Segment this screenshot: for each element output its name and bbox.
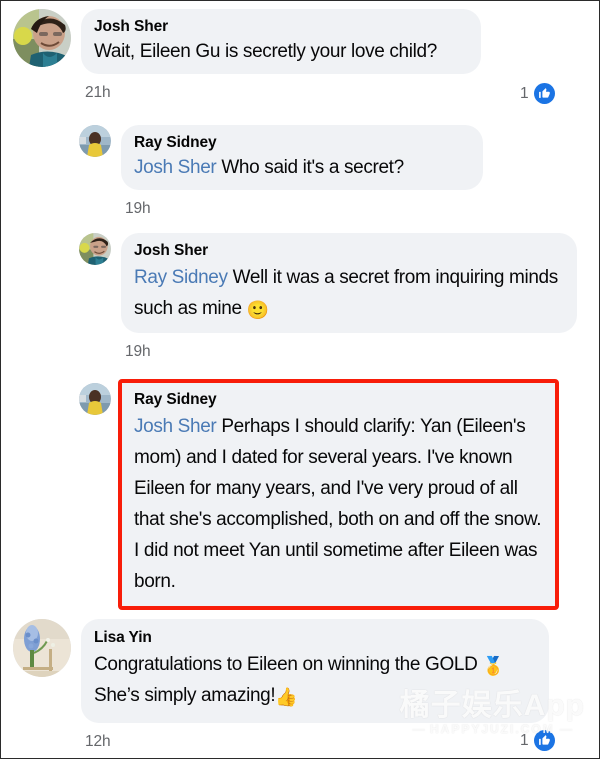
comment-timestamp[interactable]: 19h — [125, 342, 577, 362]
avatar-image — [13, 9, 71, 67]
avatar-lisa-yin[interactable] — [13, 619, 71, 677]
comment-text: Wait, Eileen Gu is secretly your love ch… — [94, 41, 437, 62]
comment-item[interactable]: Lisa Yin Congratulations to Eileen on wi… — [13, 619, 549, 752]
comment-body-line-1: Congratulations to Eileen on winning the… — [94, 654, 483, 675]
comment-bubble[interactable]: Lisa Yin Congratulations to Eileen on wi… — [81, 619, 549, 723]
comment-mention[interactable]: Josh Sher — [134, 416, 217, 437]
reaction-count: 1 — [520, 731, 529, 749]
comment-bubble[interactable]: Ray Sidney Josh Sher Who said it's a sec… — [121, 125, 483, 190]
comment-text: Congratulations to Eileen on winning the… — [94, 649, 536, 711]
comment-timestamp[interactable]: 21h — [85, 83, 481, 103]
avatar-ray-sidney[interactable] — [79, 125, 111, 157]
comment-text: Josh Sher Perhaps I should clarify: Yan … — [134, 411, 543, 597]
facebook-comment-thread-screenshot: Josh Sher Wait, Eileen Gu is secretly yo… — [0, 0, 600, 759]
comment-author: Josh Sher — [134, 242, 209, 259]
avatar-ray-sidney[interactable] — [79, 383, 111, 415]
comment-author: Lisa Yin — [94, 629, 152, 646]
comment-timestamp[interactable]: 19h — [125, 199, 483, 219]
gold-medal-emoji: 🥇 — [482, 656, 505, 676]
avatar-image — [79, 383, 111, 415]
comment-item-highlighted[interactable]: Ray Sidney Josh Sher Perhaps I should cl… — [79, 379, 559, 639]
reaction-count: 1 — [520, 84, 529, 102]
avatar-image — [79, 233, 111, 265]
comment-timestamp[interactable]: 12h — [85, 732, 549, 752]
slightly-smiling-face-emoji: 🙂 — [246, 300, 269, 320]
comment-bubble[interactable]: Josh Sher Wait, Eileen Gu is secretly yo… — [81, 9, 481, 74]
comment-body-line-2: She’s simply amazing! — [94, 685, 276, 706]
comment-item[interactable]: Josh Sher Ray Sidney Well it was a secre… — [79, 233, 577, 362]
thumbs-up-icon[interactable] — [533, 730, 555, 751]
comment-bubble-highlighted[interactable]: Ray Sidney Josh Sher Perhaps I should cl… — [118, 379, 559, 610]
comment-text: Ray Sidney Well it was a secret from inq… — [134, 262, 564, 324]
comment-body: Who said it's a secret? — [221, 157, 404, 178]
thumbs-up-icon[interactable] — [533, 83, 555, 104]
watermark-dash-right: — — [560, 722, 573, 736]
comment-mention[interactable]: Josh Sher — [134, 157, 217, 178]
avatar-josh-sher[interactable] — [79, 233, 111, 265]
comment-text: Josh Sher Who said it's a secret? — [134, 154, 470, 181]
avatar-image — [13, 619, 71, 677]
comment-author: Ray Sidney — [134, 391, 217, 408]
comment-author: Josh Sher — [94, 18, 169, 35]
avatar-image — [79, 125, 111, 157]
comment-item[interactable]: Josh Sher Wait, Eileen Gu is secretly yo… — [13, 9, 481, 103]
comment-item[interactable]: Ray Sidney Josh Sher Who said it's a sec… — [79, 125, 483, 219]
comment-mention[interactable]: Ray Sidney — [134, 267, 228, 288]
comment-body: Perhaps I should clarify: Yan (Eileen's … — [134, 416, 542, 592]
avatar-josh-sher[interactable] — [13, 9, 71, 67]
reaction-badge[interactable]: 1 — [520, 83, 555, 104]
comment-bubble[interactable]: Josh Sher Ray Sidney Well it was a secre… — [121, 233, 577, 333]
thumbs-up-emoji: 👍 — [275, 687, 298, 707]
comment-author: Ray Sidney — [134, 134, 217, 151]
reaction-badge[interactable]: 1 — [520, 730, 555, 751]
